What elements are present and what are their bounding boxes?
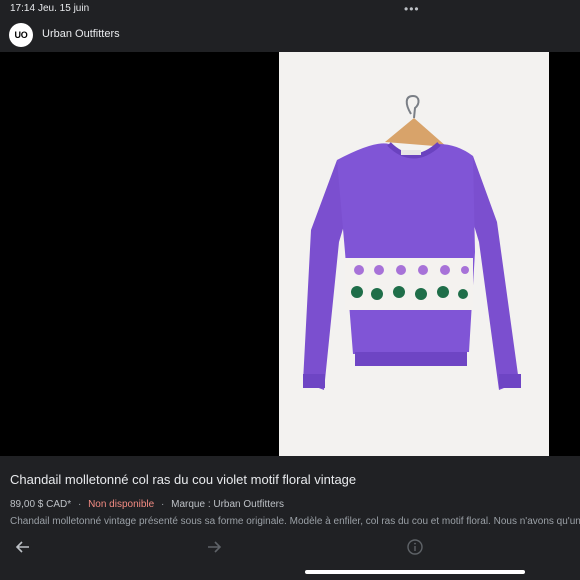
arrow-right-icon <box>208 541 222 553</box>
info-icon <box>407 539 423 555</box>
meta-separator: · <box>77 499 82 510</box>
bottom-toolbar <box>0 532 580 562</box>
product-brand: Marque : Urban Outfitters <box>171 499 284 510</box>
arrow-left-icon <box>15 541 29 553</box>
product-meta: 89,00 $ CAD* · Non disponible · Marque :… <box>10 499 284 510</box>
sweater-illustration <box>279 52 549 456</box>
source-logo: UO <box>9 23 33 47</box>
source-name[interactable]: Urban Outfitters <box>42 28 120 40</box>
home-indicator[interactable] <box>305 570 525 574</box>
product-title[interactable]: Chandail molletonné col ras du cou viole… <box>10 472 356 487</box>
status-time: 17:14 <box>10 3 36 14</box>
meta-separator: · <box>161 499 165 510</box>
product-image[interactable] <box>279 52 549 456</box>
ellipsis-icon[interactable]: ••• <box>404 2 420 16</box>
image-viewer <box>0 52 580 456</box>
product-price: 89,00 $ CAD* <box>10 499 72 510</box>
back-button[interactable] <box>12 536 34 558</box>
info-button[interactable] <box>404 536 426 558</box>
forward-button[interactable] <box>203 536 225 558</box>
product-description: Chandail molletonné vintage présenté sou… <box>10 516 580 527</box>
status-date: Jeu. 15 juin <box>38 3 90 14</box>
status-bar: 17:14 Jeu. 15 juin ••• <box>0 0 580 18</box>
source-header[interactable]: UO Urban Outfitters <box>0 18 580 52</box>
availability-status: Non disponible <box>88 499 155 510</box>
